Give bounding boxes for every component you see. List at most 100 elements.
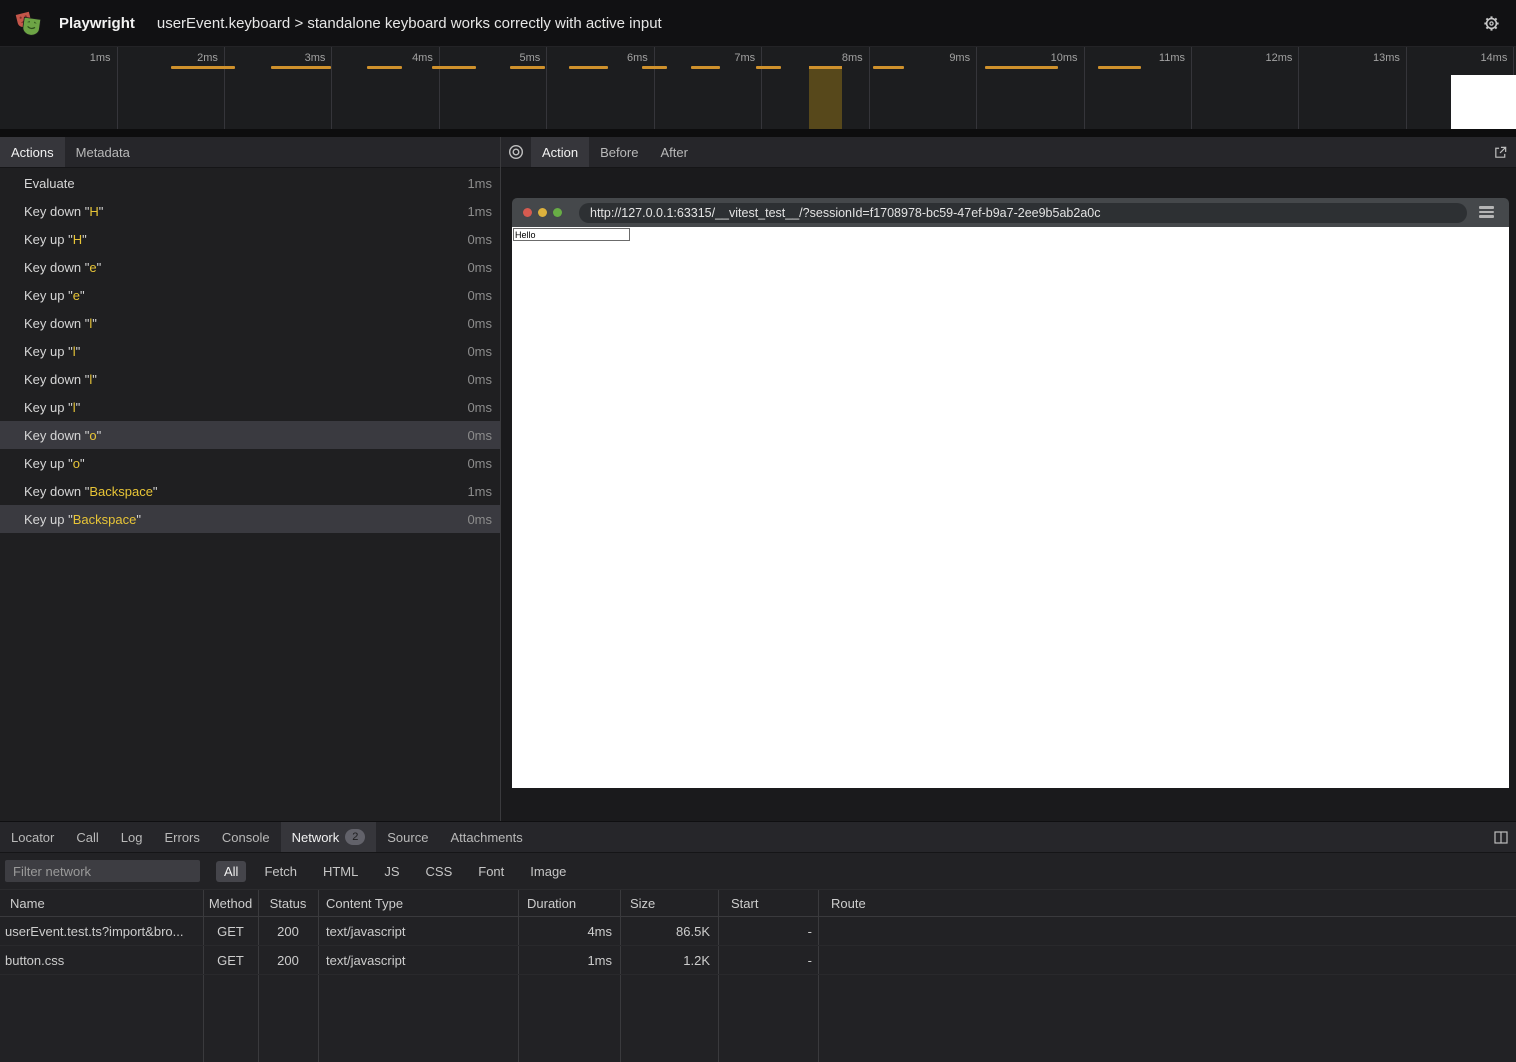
timeline-tick-label: 5ms xyxy=(480,52,540,64)
tab-before[interactable]: Before xyxy=(589,137,649,167)
chip-html[interactable]: HTML xyxy=(315,861,366,882)
action-row[interactable]: Key up "e"0ms xyxy=(0,281,500,309)
address-bar: http://127.0.0.1:63315/__vitest_test__/?… xyxy=(579,203,1467,223)
action-row[interactable]: Key down "o"0ms xyxy=(0,421,500,449)
pick-locator-target-icon[interactable] xyxy=(501,137,531,167)
action-title: Key up "Backspace" xyxy=(24,512,467,527)
timeline-gridline xyxy=(546,47,547,129)
tab-metadata[interactable]: Metadata xyxy=(65,137,141,167)
traffic-yellow-dot xyxy=(538,208,547,217)
action-duration: 0ms xyxy=(467,344,492,359)
tab-network[interactable]: Network2 xyxy=(281,822,377,852)
column-header-route[interactable]: Route xyxy=(818,896,1516,911)
timeline-gridline xyxy=(654,47,655,129)
details-tabbar: Locator Call Log ErrorsConsoleNetwork2Sourc… xyxy=(0,822,1516,853)
chip-fetch[interactable]: Fetch xyxy=(256,861,305,882)
action-row[interactable]: Key up "H"0ms xyxy=(0,225,500,253)
tab-locator[interactable]: Locator xyxy=(0,822,65,852)
action-row[interactable]: Key up "l"0ms xyxy=(0,337,500,365)
chip-font[interactable]: Font xyxy=(470,861,512,882)
action-duration: 1ms xyxy=(467,484,492,499)
timeline-gridline xyxy=(976,47,977,129)
open-snapshot-button[interactable] xyxy=(1493,137,1516,167)
action-title: Key up "e" xyxy=(24,288,467,303)
action-duration: 0ms xyxy=(467,316,492,331)
action-row[interactable]: Key down "l"0ms xyxy=(0,309,500,337)
cell: 86.5K xyxy=(620,924,718,939)
action-title: Key down "l" xyxy=(24,372,467,387)
filter-network-input[interactable] xyxy=(5,860,200,882)
column-header-name[interactable]: Name xyxy=(0,896,203,911)
chip-all[interactable]: All xyxy=(216,861,246,882)
action-duration: 0ms xyxy=(467,260,492,275)
hamburger-icon xyxy=(1479,206,1494,218)
tab-actions[interactable]: Actions xyxy=(0,137,65,167)
timeline-tick-label: 14ms xyxy=(1447,52,1507,64)
action-duration: 0ms xyxy=(467,512,492,527)
snapshot-page xyxy=(512,227,1509,788)
action-title: Key down "l" xyxy=(24,316,467,331)
cell: GET xyxy=(203,924,258,939)
action-title: Key down "e" xyxy=(24,260,467,275)
column-header-content-type[interactable]: Content Type xyxy=(318,896,518,911)
timeline-tick-label: 3ms xyxy=(265,52,325,64)
cell: 200 xyxy=(258,953,318,968)
action-row[interactable]: Key down "l"0ms xyxy=(0,365,500,393)
tab-label: Log xyxy=(121,830,143,845)
app-header: Playwright userEvent.keyboard > standalo… xyxy=(0,0,1516,47)
network-request-row[interactable]: userEvent.test.ts?import&bro...GET200tex… xyxy=(0,917,1516,946)
gear-icon xyxy=(1482,14,1501,33)
chip-image[interactable]: Image xyxy=(522,861,574,882)
action-row[interactable]: Key up "o"0ms xyxy=(0,449,500,477)
tab-label: Network xyxy=(292,830,340,845)
timeline-gridline xyxy=(1406,47,1407,129)
actions-panel: ActionsMetadata Evaluate1msKey down "H"1… xyxy=(0,137,501,821)
action-row[interactable]: Key down "Backspace"1ms xyxy=(0,477,500,505)
timeline[interactable]: 1ms2ms3ms4ms5ms6ms7ms8ms9ms10ms11ms12ms1… xyxy=(0,47,1516,137)
tab-after[interactable]: After xyxy=(649,137,698,167)
hello-text-input[interactable] xyxy=(513,228,630,241)
tab-source[interactable]: Source xyxy=(376,822,439,852)
action-title: Key up "H" xyxy=(24,232,467,247)
timeline-tick-label: 8ms xyxy=(803,52,863,64)
tab-call[interactable]: Call xyxy=(65,822,109,852)
column-header-duration[interactable]: Duration xyxy=(518,896,620,911)
action-row[interactable]: Key down "e"0ms xyxy=(0,253,500,281)
action-row[interactable]: Evaluate1ms xyxy=(0,169,500,197)
action-key-value: H xyxy=(89,204,98,219)
action-key-value: e xyxy=(73,288,80,303)
tab-label: Call xyxy=(76,830,98,845)
timeline-tick-label: 6ms xyxy=(588,52,648,64)
column-header-start[interactable]: Start xyxy=(718,896,818,911)
timeline-gridline xyxy=(1298,47,1299,129)
action-row[interactable]: Key up "l"0ms xyxy=(0,393,500,421)
timeline-action-marker xyxy=(367,66,402,69)
chip-js[interactable]: JS xyxy=(376,861,407,882)
action-duration: 0ms xyxy=(467,372,492,387)
column-header-status[interactable]: Status xyxy=(258,896,318,911)
toggle-layout-button[interactable] xyxy=(1494,822,1516,852)
network-request-row[interactable]: button.cssGET200text/javascript1ms1.2K- xyxy=(0,946,1516,975)
tab-errors[interactable]: Errors xyxy=(153,822,210,852)
timeline-screenshot-thumb xyxy=(1451,75,1516,129)
column-header-size[interactable]: Size xyxy=(620,896,718,911)
tab-log[interactable]: Log xyxy=(110,822,154,852)
tab-attachments[interactable]: Attachments xyxy=(439,822,533,852)
network-table: NameMethodStatusContent TypeDurationSize… xyxy=(0,890,1516,1062)
action-title: Key down "Backspace" xyxy=(24,484,467,499)
action-row[interactable]: Key up "Backspace"0ms xyxy=(0,505,500,533)
column-header-method[interactable]: Method xyxy=(203,896,258,911)
tab-console[interactable]: Console xyxy=(211,822,281,852)
settings-gear-icon[interactable] xyxy=(1480,12,1502,34)
action-duration: 0ms xyxy=(467,288,492,303)
chip-css[interactable]: CSS xyxy=(418,861,461,882)
cell: 1ms xyxy=(518,953,620,968)
timeline-action-marker xyxy=(873,66,904,69)
tab-action[interactable]: Action xyxy=(531,137,589,167)
action-title: Evaluate xyxy=(24,176,467,191)
action-row[interactable]: Key down "H"1ms xyxy=(0,197,500,225)
details-panel: Locator Call Log ErrorsConsoleNetwork2Sourc… xyxy=(0,821,1516,1062)
timeline-gridline xyxy=(439,47,440,129)
timeline-action-marker xyxy=(985,66,1058,69)
action-duration: 0ms xyxy=(467,428,492,443)
